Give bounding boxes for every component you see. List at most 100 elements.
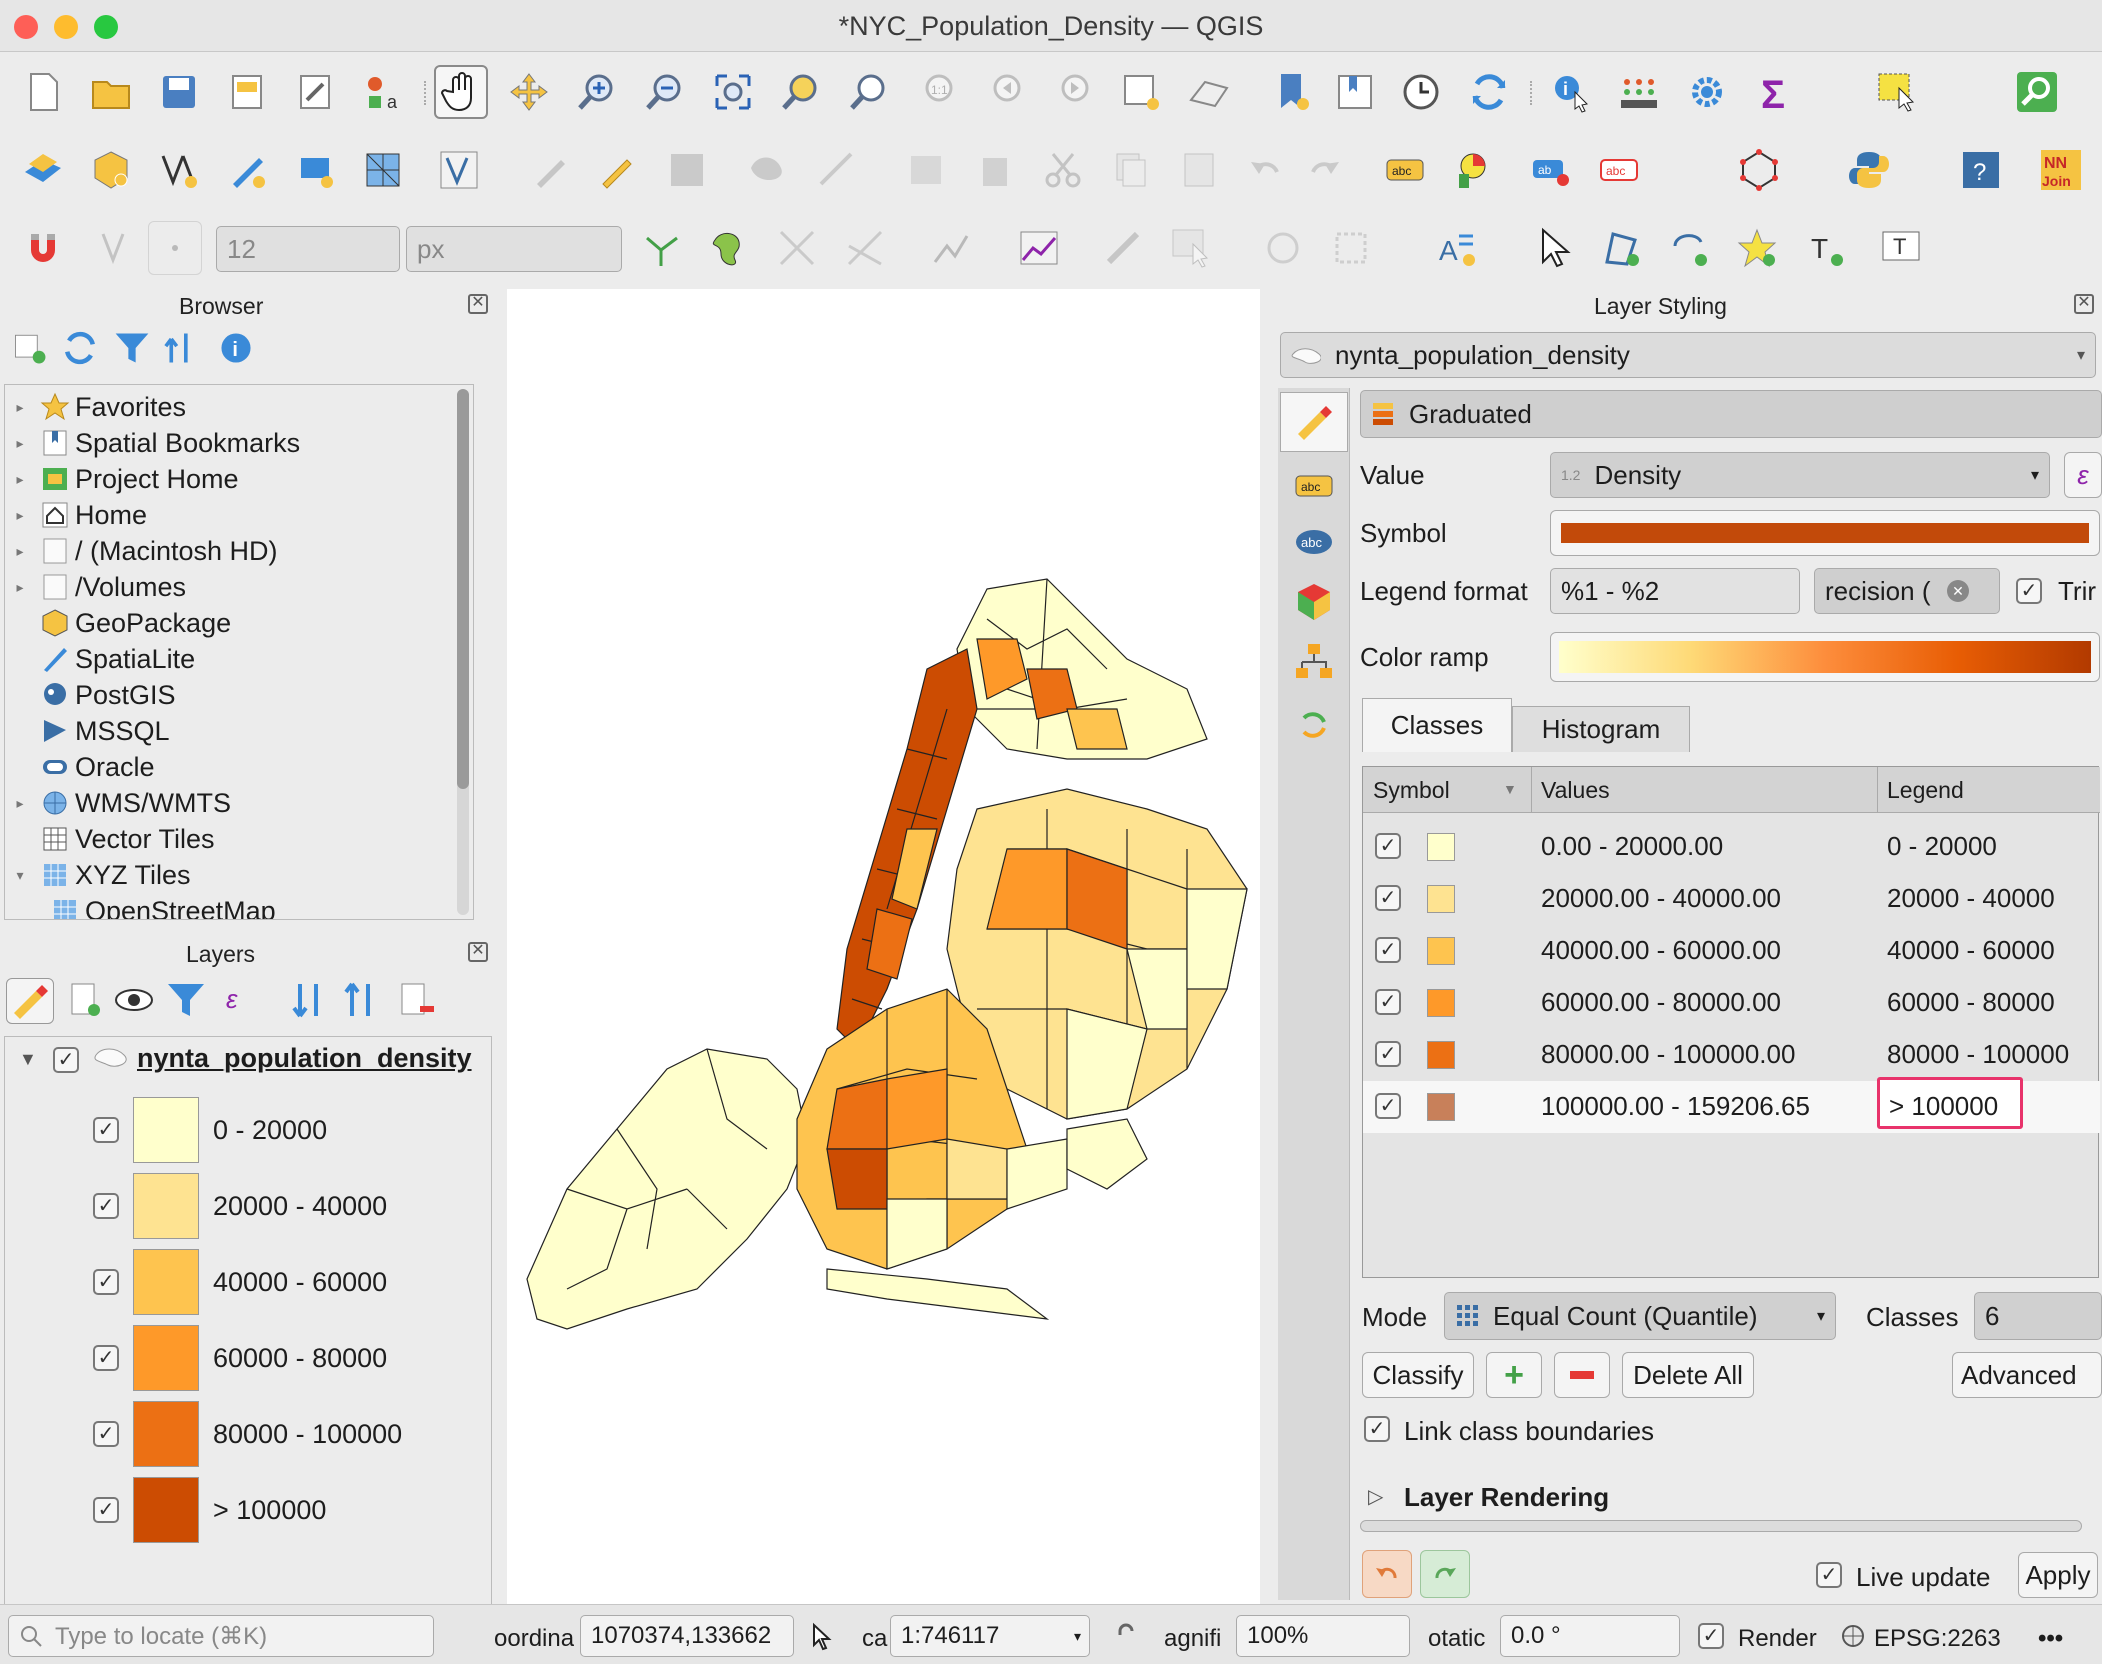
save-edits-icon[interactable] (660, 143, 714, 197)
diagrams-tab-icon[interactable] (1280, 632, 1348, 692)
collapse-all-layers-icon[interactable] (342, 978, 386, 1022)
browser-item-spatial-bookmarks[interactable]: ▸ Spatial Bookmarks (5, 425, 300, 461)
live-update-checkbox[interactable]: ✓ (1816, 1562, 1842, 1588)
add-selected-layers-icon[interactable] (10, 328, 50, 368)
python-console-icon[interactable] (1842, 143, 1896, 197)
properties-info-icon[interactable]: i (216, 328, 256, 368)
apply-button[interactable]: Apply (2018, 1552, 2098, 1598)
clear-icon[interactable]: ✕ (1947, 580, 1969, 602)
zoom-last-icon[interactable] (978, 65, 1032, 119)
class-symbol-swatch[interactable] (1427, 833, 1455, 861)
browser-item-vector-tiles[interactable]: Vector Tiles (5, 821, 215, 857)
class-legend-cell[interactable]: 40000 - 60000 (1887, 935, 2055, 966)
classify-button[interactable]: Classify (1362, 1352, 1474, 1398)
nn-join-icon[interactable]: NN Join (2034, 143, 2088, 197)
table-row[interactable]: ✓ 80000.00 - 100000.00 80000 - 100000 (1363, 1029, 2100, 1081)
delete-selected-icon[interactable] (968, 143, 1022, 197)
toggle-extents-mouse-icon[interactable] (804, 1619, 838, 1653)
value-field-select[interactable]: 1.2 Density ▾ (1550, 452, 2050, 498)
style-manager-icon[interactable]: a (356, 65, 410, 119)
snap-intersection-icon[interactable] (838, 221, 892, 275)
class-visibility-checkbox[interactable]: ✓ (1375, 885, 1401, 911)
browser-item-spatialite[interactable]: SpatiaLite (5, 641, 195, 677)
precision-spinbox[interactable]: recision ( ✕ (1814, 568, 2000, 614)
labels-tab-icon[interactable]: abc (1280, 456, 1348, 516)
browser-item-volumes[interactable]: ▸/Volumes (5, 569, 186, 605)
measure-line-icon[interactable] (1096, 221, 1150, 275)
class-values-cell[interactable]: 60000.00 - 80000.00 (1541, 987, 1781, 1018)
save-project-icon[interactable] (152, 65, 206, 119)
browser-close-icon[interactable]: ✕ (468, 294, 488, 314)
zoom-to-layer-icon[interactable] (842, 65, 896, 119)
annotation-marker-icon[interactable] (1730, 221, 1784, 275)
trim-checkbox[interactable]: ✓ (2016, 578, 2042, 604)
class-values-cell[interactable]: 80000.00 - 100000.00 (1541, 1039, 1795, 1070)
select-features-icon[interactable] (1870, 65, 1924, 119)
mode-select[interactable]: Equal Count (Quantile) ▾ (1444, 1292, 1836, 1340)
manage-map-themes-icon[interactable] (112, 978, 156, 1022)
color-ramp-button[interactable] (1550, 632, 2100, 682)
temporal-controller-icon[interactable] (1394, 65, 1448, 119)
filter-browser-icon[interactable] (112, 328, 152, 368)
class-values-cell[interactable]: 0.00 - 20000.00 (1541, 831, 1723, 862)
search-locator-icon[interactable] (2010, 65, 2064, 119)
zoom-out-icon[interactable] (638, 65, 692, 119)
symbology-tab-icon[interactable] (1280, 392, 1348, 452)
link-boundaries-checkbox[interactable]: ✓ (1364, 1416, 1390, 1442)
expand-arrow-icon[interactable]: ▷ (1368, 1484, 1383, 1509)
zoom-in-icon[interactable] (570, 65, 624, 119)
layer-rendering-section[interactable]: Layer Rendering (1404, 1482, 1609, 1513)
cut-features-icon[interactable] (1036, 143, 1090, 197)
table-row[interactable]: ✓ 100000.00 - 159206.65 > 100000 (1363, 1077, 2100, 1133)
tab-histogram[interactable]: Histogram (1512, 706, 1690, 752)
zoom-native-icon[interactable]: 1:1 (910, 65, 964, 119)
rotation-spinbox[interactable]: 0.0 ° (1500, 1615, 1680, 1657)
vertex-tool-icon[interactable] (810, 143, 864, 197)
class-legend-cell[interactable]: 0 - 20000 (1887, 831, 1997, 862)
legend-class-checkbox[interactable]: ✓ (93, 1117, 119, 1143)
collapse-arrow-icon[interactable]: ▼ (19, 1049, 37, 1070)
edit-pencil-disabled-icon[interactable] (524, 143, 578, 197)
digitize-icon[interactable] (220, 143, 274, 197)
table-row[interactable]: ✓ 20000.00 - 40000.00 20000 - 40000 (1363, 873, 2100, 925)
layer-name[interactable]: nynta_population_density (137, 1043, 472, 1074)
class-visibility-checkbox[interactable]: ✓ (1375, 1093, 1401, 1119)
new-spatial-bookmark-icon[interactable] (1266, 65, 1320, 119)
class-symbol-swatch[interactable] (1427, 1093, 1455, 1121)
zoom-full-icon[interactable] (706, 65, 760, 119)
new-map-view-icon[interactable] (1114, 65, 1168, 119)
browser-item-xyz-tiles[interactable]: ▾ XYZ Tiles (5, 857, 190, 893)
lock-scale-icon[interactable] (1114, 1623, 1138, 1651)
class-legend-cell[interactable]: 60000 - 80000 (1887, 987, 2055, 1018)
new-project-icon[interactable] (16, 65, 70, 119)
browser-item-wms-wmts[interactable]: ▸ WMS/WMTS (5, 785, 230, 821)
renderer-select[interactable]: Graduated (1360, 390, 2102, 438)
map-canvas[interactable] (507, 289, 1260, 1605)
undo-style-icon[interactable] (1362, 1550, 1412, 1598)
browser-item-favorites[interactable]: ▸ Favorites (5, 389, 186, 425)
class-visibility-checkbox[interactable]: ✓ (1375, 833, 1401, 859)
redo-icon[interactable] (1296, 143, 1350, 197)
label-highlight-icon[interactable]: abc (1592, 143, 1646, 197)
class-symbol-swatch[interactable] (1427, 1041, 1455, 1069)
advanced-button[interactable]: Advanced (1952, 1352, 2102, 1398)
delete-all-button[interactable]: Delete All (1622, 1352, 1754, 1398)
refresh-browser-icon[interactable] (60, 328, 100, 368)
select-by-location-icon[interactable] (1164, 221, 1218, 275)
classes-count-spinbox[interactable]: 6 (1974, 1292, 2102, 1340)
filter-legend-icon[interactable] (164, 978, 208, 1022)
show-bookmarks-icon[interactable] (1328, 65, 1382, 119)
table-row[interactable]: ✓ 0.00 - 20000.00 0 - 20000 (1363, 821, 2100, 873)
masks-tab-icon[interactable]: abc (1280, 512, 1348, 572)
browser-item-home[interactable]: ▸ Home (5, 497, 147, 533)
table-row[interactable]: ✓ 40000.00 - 60000.00 40000 - 60000 (1363, 925, 2100, 977)
virtual-layer-icon[interactable] (288, 143, 342, 197)
crs-label[interactable]: EPSG:2263 (1874, 1625, 2001, 1653)
layout-manager-icon[interactable] (288, 65, 342, 119)
snap-unit-select[interactable]: px (406, 226, 622, 272)
copy-features-icon[interactable] (1104, 143, 1158, 197)
expression-button[interactable]: ε (2064, 452, 2102, 498)
class-values-cell[interactable]: 40000.00 - 60000.00 (1541, 935, 1781, 966)
browser-item-macintosh-hd[interactable]: ▸ / (Macintosh HD) (5, 533, 277, 569)
layers-close-icon[interactable]: ✕ (468, 942, 488, 962)
